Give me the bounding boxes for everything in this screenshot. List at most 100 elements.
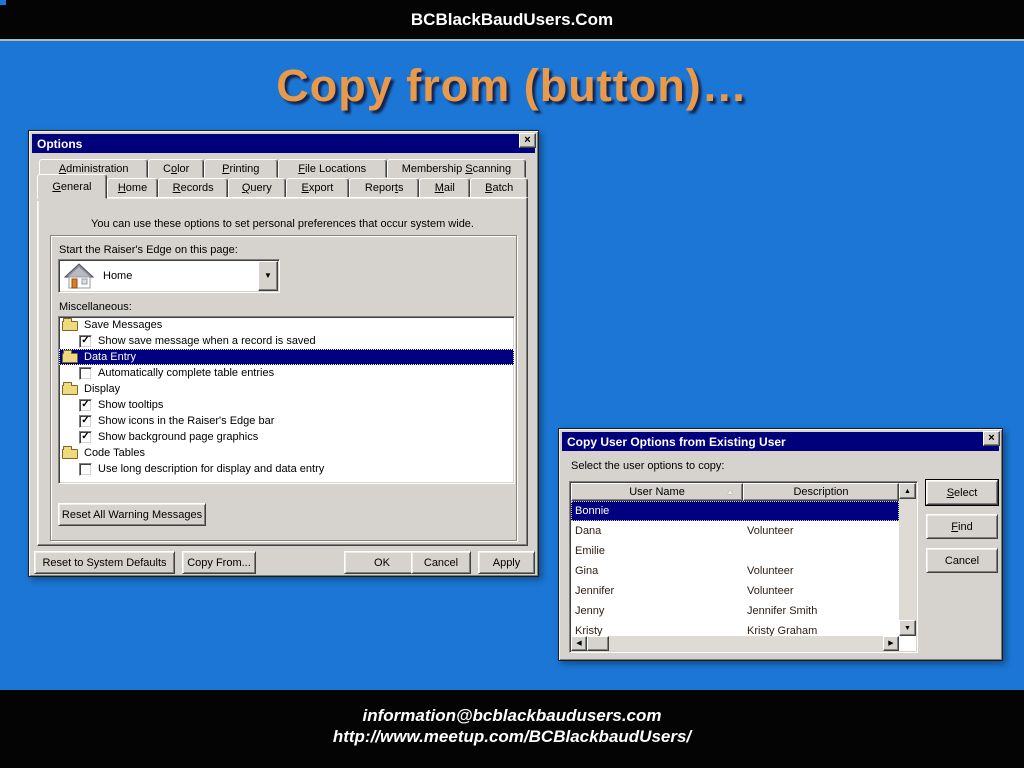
options-dialog-titlebar[interactable]: Options [32, 134, 535, 153]
reset-to-system-defaults-button[interactable]: Reset to System Defaults [34, 551, 175, 574]
tab-mail[interactable]: Mail [419, 178, 471, 198]
grid-header: User Name ▲ Description [571, 483, 899, 501]
reset-all-warning-messages-button[interactable]: Reset All Warning Messages [58, 503, 206, 526]
slide-header-bar: BCBlackBaudUsers.Com [0, 0, 1024, 41]
checkbox-checked[interactable]: ✓ [79, 430, 92, 444]
page-title: Copy from (button)… [276, 60, 748, 111]
horizontal-scrollbar-thumb[interactable] [587, 636, 609, 651]
tab-batch[interactable]: Batch [470, 178, 528, 198]
tab-query[interactable]: Query [228, 178, 286, 198]
folder-icon [62, 350, 78, 363]
tab-reports[interactable]: Reports [349, 178, 420, 198]
chevron-down-icon: ▼ [264, 271, 272, 280]
copy-dialog-titlebar[interactable]: Copy User Options from Existing User [562, 432, 999, 451]
tab-printing[interactable]: Printing [203, 159, 278, 178]
tab-home[interactable]: Home [106, 178, 159, 198]
user-name-cell: Jenny [575, 605, 605, 617]
user-name-cell: Dana [575, 525, 602, 537]
select-button[interactable]: Select [926, 480, 998, 505]
table-row-bonnie[interactable]: Bonnie [571, 501, 899, 521]
option-show-icons-in-the-raiser-s-edge-bar[interactable]: ✓ Show icons in the Raiser's Edge bar [59, 413, 514, 429]
site-title: BCBlackBaudUsers.Com [410, 9, 614, 29]
option-automatically-complete-table-entries[interactable]: Automatically complete table entries [59, 365, 514, 381]
item-label: Show background page graphics [98, 431, 259, 443]
instruction-text: You can use these options to set persona… [91, 218, 474, 230]
start-page-label: Start the Raiser's Edge on this page: [59, 244, 238, 256]
miscellaneous-list[interactable]: Save Messages ✓ Show save message when a r… [58, 316, 515, 484]
ok-button[interactable]: OK [344, 551, 420, 574]
checkbox-checked[interactable]: ✓ [79, 414, 92, 428]
checkbox-checked[interactable]: ✓ [79, 398, 92, 412]
copy-instruction-label: Select the user options to copy: [571, 460, 725, 472]
option-show-tooltips[interactable]: ✓ Show tooltips [59, 397, 514, 413]
table-row-dana[interactable]: Dana Volunteer [571, 521, 899, 541]
description-cell: Volunteer [747, 565, 794, 577]
option-use-long-description-for-display-and-data-entry[interactable]: Use long description for display and dat… [59, 461, 514, 477]
table-row-gina[interactable]: Gina Volunteer [571, 561, 899, 581]
close-icon[interactable]: × [519, 133, 536, 148]
tab-export[interactable]: Export [285, 178, 350, 198]
table-row-jenny[interactable]: Jenny Jennifer Smith [571, 601, 899, 621]
category-save-messages[interactable]: Save Messages [59, 317, 514, 333]
column-header-description[interactable]: Description [743, 483, 899, 501]
copy-user-options-dialog: Copy User Options from Existing User × S… [558, 428, 1003, 661]
user-name-cell: Kristy [575, 625, 603, 636]
apply-button[interactable]: Apply [478, 551, 535, 574]
description-cell: Volunteer [747, 525, 794, 537]
checkbox-unchecked[interactable] [79, 462, 92, 476]
description-header-label: Description [793, 486, 849, 498]
copy-dialog-title: Copy User Options from Existing User [567, 434, 786, 449]
start-page-combobox[interactable]: Home ▼ [58, 259, 280, 293]
option-show-save-message-when-a-record-is-saved[interactable]: ✓ Show save message when a record is save… [59, 333, 514, 349]
vertical-scrollbar[interactable]: ▲ ▼ [899, 483, 916, 636]
dropdown-button[interactable]: ▼ [258, 261, 278, 291]
description-cell: Kristy Graham [747, 625, 818, 636]
user-rows: Bonnie Dana Volunteer Emilie Gina Volunteer Je… [571, 501, 899, 636]
table-row-jennifer[interactable]: Jennifer Volunteer [571, 581, 899, 601]
column-header-user-name[interactable]: User Name ▲ [571, 483, 743, 501]
options-dialog: Options × Administration Color Printing Fil… [28, 130, 539, 577]
item-label: Code Tables [84, 447, 145, 459]
description-cell: Jennifer Smith [747, 605, 818, 617]
copy-from-button[interactable]: Copy From... [182, 551, 256, 574]
tab-row-back: Administration Color Printing File Location… [39, 159, 526, 178]
folder-icon [62, 382, 78, 395]
general-tab-panel: You can use these options to set persona… [37, 197, 528, 546]
tab-row-front: General Home Records Query Export Reports Mail… [37, 174, 528, 199]
table-row-kristy[interactable]: Kristy Kristy Graham [571, 621, 899, 636]
tab-file-locations[interactable]: File Locations [277, 159, 387, 178]
user-name-cell: Bonnie [575, 505, 610, 517]
tab-general[interactable]: General [37, 174, 107, 199]
scroll-up-icon[interactable]: ▲ [899, 483, 916, 499]
miscellaneous-label: Miscellaneous: [59, 301, 132, 313]
corner-notch [0, 0, 6, 5]
item-label: Show icons in the Raiser's Edge bar [98, 415, 275, 427]
item-label: Save Messages [84, 319, 163, 331]
close-icon[interactable]: × [983, 431, 1000, 446]
scroll-right-icon[interactable]: ▶ [883, 636, 899, 651]
slide-footer-bar: information@bcblackbaudusers.com http://… [0, 690, 1024, 768]
folder-icon [62, 446, 78, 459]
tab-color[interactable]: Color [148, 159, 204, 178]
find-button[interactable]: Find [926, 514, 998, 539]
table-row-emilie[interactable]: Emilie [571, 541, 899, 561]
category-code-tables[interactable]: Code Tables [59, 445, 514, 461]
category-display[interactable]: Display [59, 381, 514, 397]
footer-email: information@bcblackbaudusers.com [362, 706, 662, 725]
user-name-cell: Emilie [575, 545, 605, 557]
item-label: Display [84, 383, 121, 395]
scroll-left-icon[interactable]: ◀ [571, 636, 587, 651]
option-show-background-page-graphics[interactable]: ✓ Show background page graphics [59, 429, 514, 445]
category-data-entry[interactable]: Data Entry [59, 349, 514, 365]
cancel-button[interactable]: Cancel [926, 548, 998, 573]
tab-records[interactable]: Records [158, 178, 229, 198]
user-name-cell: Gina [575, 565, 599, 577]
horizontal-scrollbar[interactable]: ◀ ▶ [571, 636, 899, 651]
options-dialog-title: Options [37, 136, 83, 151]
cancel-button[interactable]: Cancel [411, 551, 471, 574]
scroll-down-icon[interactable]: ▼ [899, 620, 916, 636]
home-icon [64, 263, 95, 289]
tab-membership-scanning[interactable]: Membership Scanning [386, 159, 526, 178]
checkbox-checked[interactable]: ✓ [79, 334, 92, 348]
checkbox-unchecked[interactable] [79, 366, 92, 380]
